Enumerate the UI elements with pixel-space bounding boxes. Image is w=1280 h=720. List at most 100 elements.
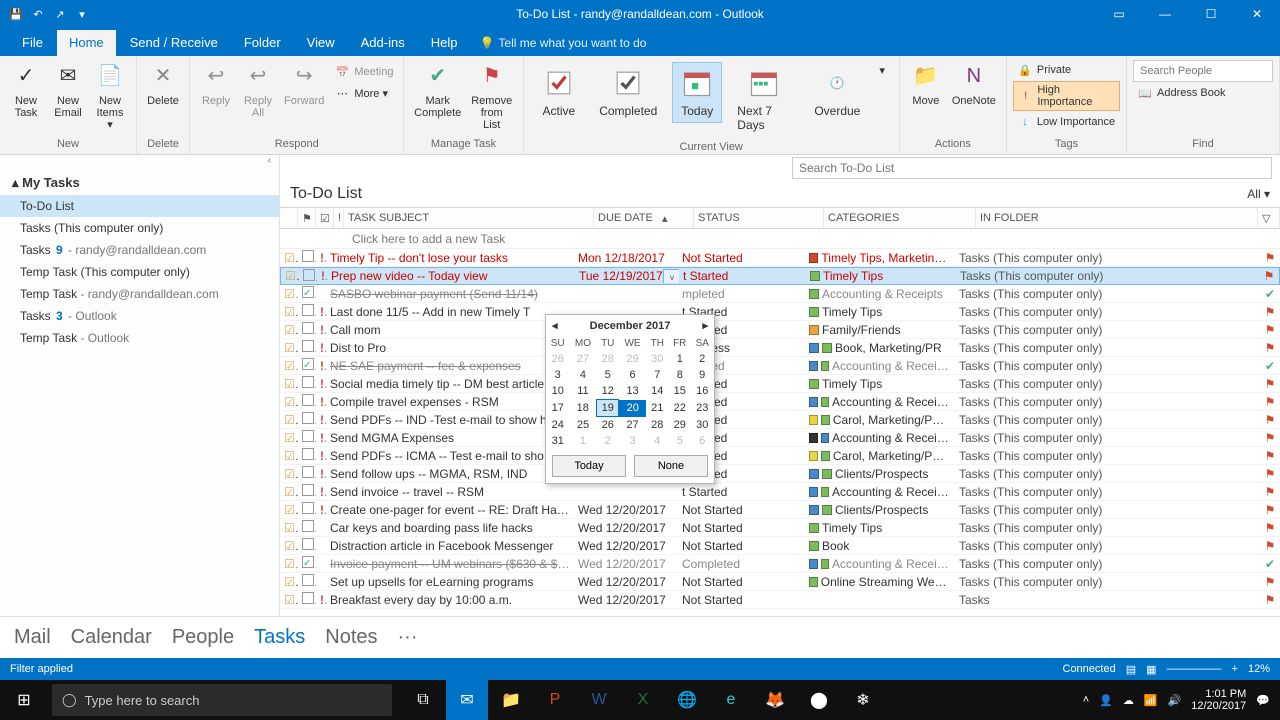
calendar-day[interactable]: 28 <box>646 417 668 434</box>
task-row[interactable]: ☑!Send PDFs -- ICMA -- Test e-mail to sh… <box>280 447 1280 465</box>
calendar-day[interactable]: 29 <box>619 351 646 367</box>
view-normal-icon[interactable]: ▤ <box>1126 663 1136 676</box>
task-row[interactable]: ☑Invoice payment -- UM webinars ($630 & … <box>280 555 1280 573</box>
calendar-day[interactable]: 23 <box>691 400 714 417</box>
nav-mail[interactable]: Mail <box>14 626 51 649</box>
dp-today-button[interactable]: Today <box>552 455 626 477</box>
tab-home[interactable]: Home <box>57 30 116 56</box>
tray-date[interactable]: 12/20/2017 <box>1191 700 1246 712</box>
nav-people[interactable]: People <box>172 626 234 649</box>
calendar-day[interactable]: 27 <box>619 417 646 434</box>
calendar-day[interactable]: 30 <box>691 417 714 434</box>
calendar-day[interactable]: 25 <box>569 417 596 434</box>
tray-people-icon[interactable]: 👤 <box>1099 694 1113 707</box>
calendar-day[interactable]: 3 <box>619 433 646 449</box>
nav-item[interactable]: Temp Task - Outlook <box>0 327 279 349</box>
calendar-day[interactable]: 6 <box>691 433 714 449</box>
task-row[interactable]: ☑!Send follow ups -- MGMA, RSM, INDt Sta… <box>280 465 1280 483</box>
app-explorer-icon[interactable]: 📁 <box>490 680 532 720</box>
calendar-day[interactable]: 13 <box>619 383 646 400</box>
nav-item[interactable]: To-Do List <box>0 195 279 217</box>
nav-item[interactable]: Tasks (This computer only) <box>0 217 279 239</box>
task-row[interactable]: ☑!Send PDFs -- IND -Test e-mail to show … <box>280 411 1280 429</box>
calendar-day[interactable]: 15 <box>669 383 691 400</box>
maximize-button[interactable]: ☐ <box>1188 0 1234 28</box>
delete-button[interactable]: ✕Delete <box>143 58 183 109</box>
task-row[interactable]: ☑!NE SAE payment -- fee & expensesmplete… <box>280 357 1280 375</box>
add-task-row[interactable]: Click here to add a new Task <box>280 229 1280 249</box>
view-today[interactable]: Today <box>672 62 722 123</box>
task-row[interactable]: ☑!Timely Tip -- don't lose your tasksMon… <box>280 249 1280 267</box>
app-edge-icon[interactable]: e <box>710 680 752 720</box>
move-button[interactable]: 📁Move <box>906 58 946 109</box>
view-next7[interactable]: Next 7 Days <box>728 62 799 137</box>
filter-all-dropdown[interactable]: All ▾ <box>1247 187 1270 201</box>
date-picker[interactable]: ◂ December 2017 ▸ SUMOTUWETHFRSA26272829… <box>545 314 715 484</box>
calendar-day[interactable]: 9 <box>691 367 714 383</box>
task-row[interactable]: ☑!Create one-pager for event -- RE: Draf… <box>280 501 1280 519</box>
calendar-day[interactable]: 24 <box>546 417 569 434</box>
high-importance-button[interactable]: !High Importance <box>1013 81 1120 111</box>
calendar-day[interactable]: 28 <box>597 351 619 367</box>
calendar-day[interactable]: 12 <box>597 383 619 400</box>
calendar-day[interactable]: 17 <box>546 400 569 417</box>
tell-me-search[interactable]: 💡 Tell me what you want to do <box>479 36 646 56</box>
search-todo-input[interactable] <box>792 157 1272 179</box>
calendar-day[interactable]: 2 <box>691 351 714 367</box>
zoom-slider[interactable]: + <box>1232 663 1238 675</box>
search-people-input[interactable]: Search People <box>1133 60 1273 82</box>
tab-file[interactable]: File <box>10 30 55 56</box>
nav-tasks[interactable]: Tasks <box>254 626 305 649</box>
calendar-day[interactable]: 29 <box>669 417 691 434</box>
calendar-day[interactable]: 18 <box>569 400 596 417</box>
task-row[interactable]: ☑!Social media timely tip -- DM best art… <box>280 375 1280 393</box>
app-powerpoint-icon[interactable]: P <box>534 680 576 720</box>
app-outlook-icon[interactable]: ✉ <box>446 680 488 720</box>
calendar-day[interactable]: 21 <box>646 400 668 417</box>
remove-list-button[interactable]: ⚑Remove from List <box>467 58 517 133</box>
calendar-day[interactable]: 11 <box>569 383 596 400</box>
nav-more[interactable]: ··· <box>398 626 418 649</box>
app-misc2-icon[interactable]: ❄ <box>842 680 884 720</box>
more-respond-button[interactable]: ⋯More ▾ <box>330 83 397 103</box>
nav-header[interactable]: ▴ My Tasks <box>0 171 279 195</box>
tray-wifi-icon[interactable]: 📶 <box>1144 694 1158 707</box>
tray-time[interactable]: 1:01 PM <box>1191 688 1246 700</box>
task-row[interactable]: ☑!Last done 11/5 -- Add in new Timely Tt… <box>280 303 1280 321</box>
calendar-day[interactable]: 7 <box>646 367 668 383</box>
calendar-day[interactable]: 10 <box>546 383 569 400</box>
tab-view[interactable]: View <box>295 30 347 56</box>
nav-item[interactable]: Tasks 9 - randy@randalldean.com <box>0 239 279 261</box>
column-headers[interactable]: ⚑☑! TASK SUBJECT DUE DATE ▴ STATUS CATEG… <box>280 207 1280 229</box>
tab-send-receive[interactable]: Send / Receive <box>118 30 230 56</box>
task-row[interactable]: ☑Car keys and boarding pass life hacksWe… <box>280 519 1280 537</box>
app-chrome-icon[interactable]: 🌐 <box>666 680 708 720</box>
app-word-icon[interactable]: W <box>578 680 620 720</box>
onenote-button[interactable]: NOneNote <box>948 58 1000 109</box>
task-row[interactable]: ☑!Prep new video -- Today viewTue 12/19/… <box>280 267 1280 285</box>
nav-notes[interactable]: Notes <box>325 626 377 649</box>
calendar-day[interactable]: 31 <box>546 433 569 449</box>
calendar-day[interactable]: 2 <box>597 433 619 449</box>
calendar-day[interactable]: 1 <box>569 433 596 449</box>
tray-sound-icon[interactable]: 🔊 <box>1168 694 1182 707</box>
qat-more-icon[interactable]: ▾ <box>74 6 90 22</box>
app-excel-icon[interactable]: X <box>622 680 664 720</box>
calendar-day[interactable]: 1 <box>669 351 691 367</box>
view-overdue[interactable]: 🕐Overdue <box>805 62 869 123</box>
start-button[interactable]: ⊞ <box>0 680 48 720</box>
calendar-day[interactable]: 3 <box>546 367 569 383</box>
collapse-nav-icon[interactable]: ‹ <box>0 155 279 171</box>
new-task-button[interactable]: ✓New Task <box>6 58 46 121</box>
close-button[interactable]: ✕ <box>1234 0 1280 28</box>
calendar-day[interactable]: 26 <box>597 417 619 434</box>
calendar-day[interactable]: 5 <box>597 367 619 383</box>
calendar-day[interactable]: 4 <box>646 433 668 449</box>
view-active[interactable]: Active <box>534 62 585 123</box>
dp-none-button[interactable]: None <box>634 455 708 477</box>
task-row[interactable]: ☑!Dist to ProProgressBook, Marketing/PRT… <box>280 339 1280 357</box>
nav-item[interactable]: Temp Task (This computer only) <box>0 261 279 283</box>
ribbon-options-icon[interactable]: ▭ <box>1096 0 1142 28</box>
view-completed[interactable]: Completed <box>590 62 666 123</box>
calendar-day[interactable]: 26 <box>546 351 569 367</box>
